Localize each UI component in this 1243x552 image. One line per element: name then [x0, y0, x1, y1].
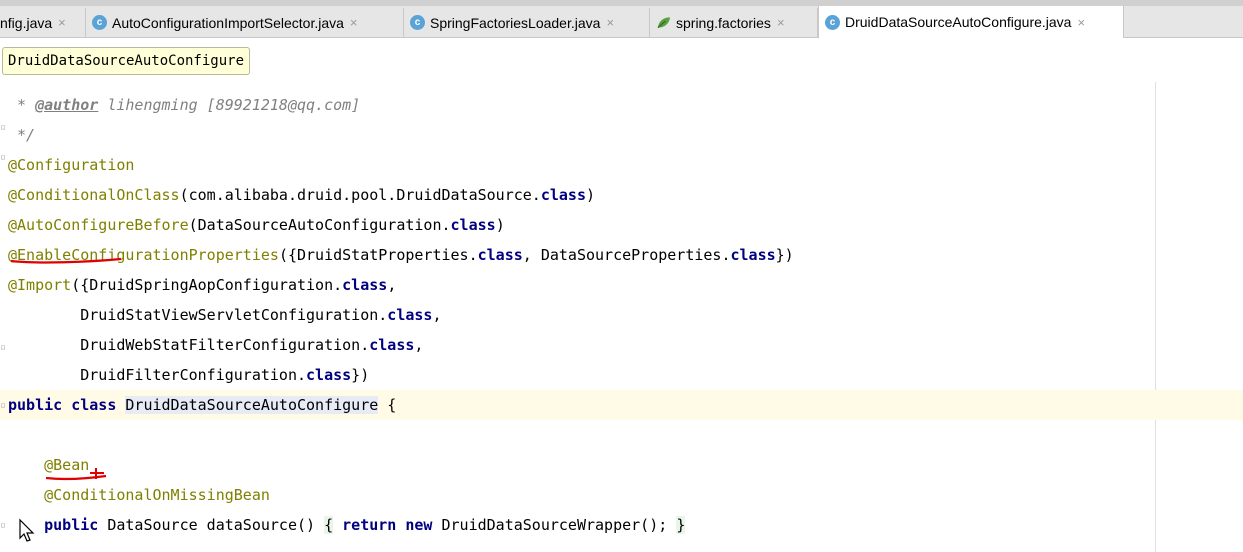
fold-marker-icon[interactable]: ▫ — [0, 152, 8, 163]
code-line: DruidStatViewServletConfiguration.class, — [8, 306, 442, 324]
tab-spring-factories[interactable]: spring.factories × — [650, 8, 818, 37]
code-line: @AutoConfigureBefore(DataSourceAutoConfi… — [8, 216, 505, 234]
close-icon[interactable]: × — [350, 15, 358, 30]
leaf-icon — [656, 15, 671, 30]
tab-config[interactable]: nfig.java × — [0, 8, 86, 37]
tab-label: DruidDataSourceAutoConfigure.java — [845, 14, 1072, 30]
code-line: * @author lihengming [89921218@qq.com] — [8, 96, 361, 114]
close-icon[interactable]: × — [1077, 15, 1085, 30]
fold-marker-icon[interactable]: ▫ — [0, 400, 8, 411]
code-line: public class DruidDataSourceAutoConfigur… — [8, 396, 397, 414]
code-line: DruidFilterConfiguration.class}) — [8, 366, 370, 384]
class-icon: c — [825, 14, 840, 30]
mouse-cursor-icon — [19, 518, 35, 542]
code-line: public DataSource dataSource() { return … — [44, 516, 686, 534]
code-line: DruidWebStatFilterConfiguration.class, — [8, 336, 424, 354]
red-underline-annotation — [10, 257, 122, 264]
code-editor[interactable]: ▫ ▫ ▫ ▫ ▫ * @author lihengming [89921218… — [0, 82, 1243, 552]
right-margin-guide — [1155, 82, 1156, 552]
fold-marker-icon[interactable]: ▫ — [0, 122, 8, 133]
close-icon[interactable]: × — [606, 15, 614, 30]
fold-marker-icon[interactable]: ▫ — [0, 342, 8, 353]
code-line: @ConditionalOnMissingBean — [8, 486, 270, 504]
class-icon: c — [410, 15, 425, 30]
code-line: */ — [8, 126, 36, 144]
breadcrumb[interactable]: DruidDataSourceAutoConfigure — [2, 47, 251, 75]
close-icon[interactable]: × — [777, 15, 785, 30]
fold-marker-icon[interactable]: ▫ — [0, 520, 8, 531]
code-line: @ConditionalOnClass(com.alibaba.druid.po… — [8, 186, 596, 204]
tab-label: nfig.java — [0, 14, 53, 31]
class-icon: c — [92, 15, 107, 30]
tab-label: AutoConfigurationImportSelector.java — [112, 14, 344, 31]
tab-springfactoriesloader[interactable]: c SpringFactoriesLoader.java × — [404, 8, 650, 37]
tab-autoconfigurationimportselector[interactable]: c AutoConfigurationImportSelector.java × — [86, 8, 404, 37]
red-underline-annotation — [45, 468, 107, 481]
code-line: @Import({DruidSpringAopConfiguration.cla… — [8, 276, 397, 294]
tab-label: spring.factories — [676, 14, 771, 31]
code-line: @Configuration — [8, 156, 135, 174]
tab-label: SpringFactoriesLoader.java — [430, 14, 601, 31]
editor-tab-bar: nfig.java × c AutoConfigurationImportSel… — [0, 0, 1243, 38]
tab-druiddatasourceautoconfigure[interactable]: c DruidDataSourceAutoConfigure.java × — [818, 6, 1124, 38]
close-icon[interactable]: × — [58, 15, 66, 30]
